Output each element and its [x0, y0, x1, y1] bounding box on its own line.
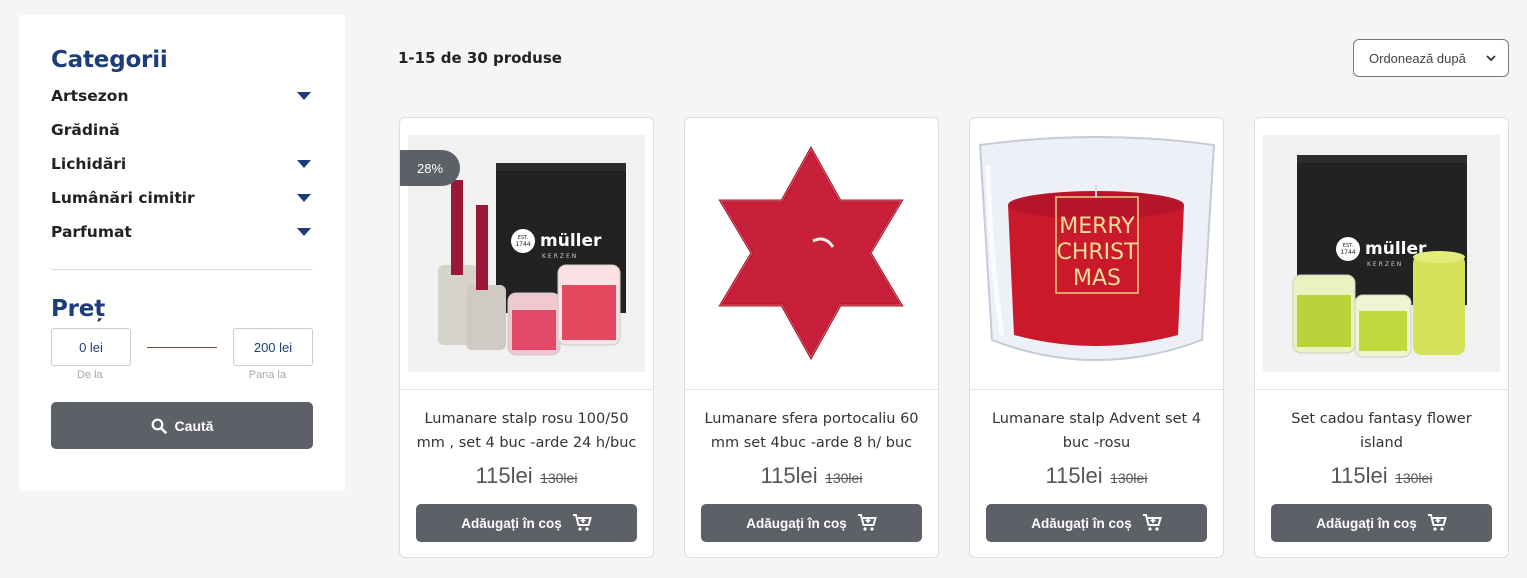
search-button[interactable]: Caută [51, 402, 313, 449]
category-label: Lumânări cimitir [51, 189, 195, 207]
add-to-cart-button[interactable]: Adăugați în coș [1271, 504, 1492, 542]
chevron-down-icon [1486, 54, 1496, 61]
product-title[interactable]: Lumanare sfera portocaliu 60 mm set 4buc… [699, 407, 924, 455]
current-price: 115lei [475, 463, 533, 488]
price-labels: De la Pana la [51, 369, 313, 381]
product-image[interactable]: MERRY CHRIST MAS [978, 135, 1216, 372]
svg-text:MERRY: MERRY [1059, 214, 1135, 239]
old-price: 130lei [1110, 470, 1148, 486]
discount-badge: 28% [400, 150, 460, 186]
category-item-lichidari[interactable]: Lichidări [51, 147, 313, 181]
product-price: 115lei 130lei [970, 463, 1223, 489]
caret-down-icon[interactable] [297, 194, 311, 202]
price-max-input[interactable]: 200 lei [233, 328, 313, 366]
sidebar: Categorii Artsezon Grădină Lichidări Lum… [19, 15, 345, 491]
svg-text:MAS: MAS [1073, 266, 1121, 291]
svg-text:KERZEN: KERZEN [1367, 261, 1403, 268]
caret-down-icon[interactable] [297, 92, 311, 100]
price-max-label: Pana la [248, 369, 286, 381]
product-price: 115lei 130lei [1255, 463, 1508, 489]
svg-text:CHRIST: CHRIST [1056, 240, 1138, 265]
category-label: Artsezon [51, 87, 129, 105]
current-price: 115lei [760, 463, 818, 488]
search-label: Caută [174, 417, 214, 434]
result-count: 1-15 de 30 produse [398, 49, 562, 67]
product-title[interactable]: Lumanare stalp rosu 100/50 mm , set 4 bu… [414, 407, 639, 455]
category-item-lumanari-cimitir[interactable]: Lumânări cimitir [51, 181, 313, 215]
product-image[interactable]: EST. 1744 müller KERZEN [1263, 135, 1500, 372]
cart-plus-icon [572, 514, 592, 531]
price-min-input[interactable]: 0 lei [51, 328, 131, 366]
product-price: 115lei 130lei [400, 463, 653, 489]
category-label: Parfumat [51, 223, 132, 241]
product-card[interactable]: Lumanare sfera portocaliu 60 mm set 4buc… [684, 117, 939, 558]
svg-text:KERZEN: KERZEN [542, 253, 578, 260]
divider [970, 389, 1223, 390]
old-price: 130lei [540, 470, 578, 486]
add-to-cart-label: Adăugați în coș [1316, 515, 1417, 531]
svg-text:1744: 1744 [1340, 249, 1355, 256]
caret-down-icon[interactable] [297, 228, 311, 236]
divider [400, 389, 653, 390]
category-item-artsezon[interactable]: Artsezon [51, 79, 313, 113]
sort-label: Ordonează după [1369, 50, 1466, 66]
add-to-cart-label: Adăugați în coș [461, 515, 562, 531]
category-item-gradina[interactable]: Grădină [51, 113, 313, 147]
category-label: Grădină [51, 121, 120, 139]
cart-plus-icon [1142, 514, 1162, 531]
price-range: 0 lei 200 lei [51, 328, 313, 366]
price-range-slider[interactable] [147, 346, 217, 348]
divider [685, 389, 938, 390]
sort-select[interactable]: Ordonează după [1353, 39, 1509, 77]
cart-plus-icon [1427, 514, 1447, 531]
product-image[interactable] [693, 135, 930, 372]
current-price: 115lei [1330, 463, 1388, 488]
product-title[interactable]: Lumanare stalp Advent set 4 buc -rosu [984, 407, 1209, 455]
product-price: 115lei 130lei [685, 463, 938, 489]
caret-down-icon[interactable] [297, 160, 311, 168]
category-label: Lichidări [51, 155, 127, 173]
add-to-cart-label: Adăugați în coș [1031, 515, 1132, 531]
add-to-cart-button[interactable]: Adăugați în coș [986, 504, 1207, 542]
price-min-label: De la [77, 369, 103, 381]
svg-text:müller: müller [540, 231, 602, 251]
product-card[interactable]: EST. 1744 müller KERZEN 28% Lumanare sta… [399, 117, 654, 558]
search-icon [151, 418, 167, 434]
add-to-cart-button[interactable]: Adăugați în coș [701, 504, 922, 542]
divider [51, 269, 313, 270]
categories-title: Categorii [51, 47, 168, 73]
old-price: 130lei [825, 470, 863, 486]
divider [1255, 389, 1508, 390]
cart-plus-icon [857, 514, 877, 531]
product-card[interactable]: MERRY CHRIST MAS Lumanare stalp Advent s… [969, 117, 1224, 558]
product-card[interactable]: EST. 1744 müller KERZEN Set cadou fantas… [1254, 117, 1509, 558]
price-title: Preț [51, 296, 105, 322]
add-to-cart-label: Adăugați în coș [746, 515, 847, 531]
current-price: 115lei [1045, 463, 1103, 488]
category-list: Artsezon Grădină Lichidări Lumânări cimi… [51, 79, 313, 249]
category-item-parfumat[interactable]: Parfumat [51, 215, 313, 249]
old-price: 130lei [1395, 470, 1433, 486]
svg-text:1744: 1744 [515, 241, 530, 248]
product-title[interactable]: Set cadou fantasy flower island [1269, 407, 1494, 455]
add-to-cart-button[interactable]: Adăugați în coș [416, 504, 637, 542]
